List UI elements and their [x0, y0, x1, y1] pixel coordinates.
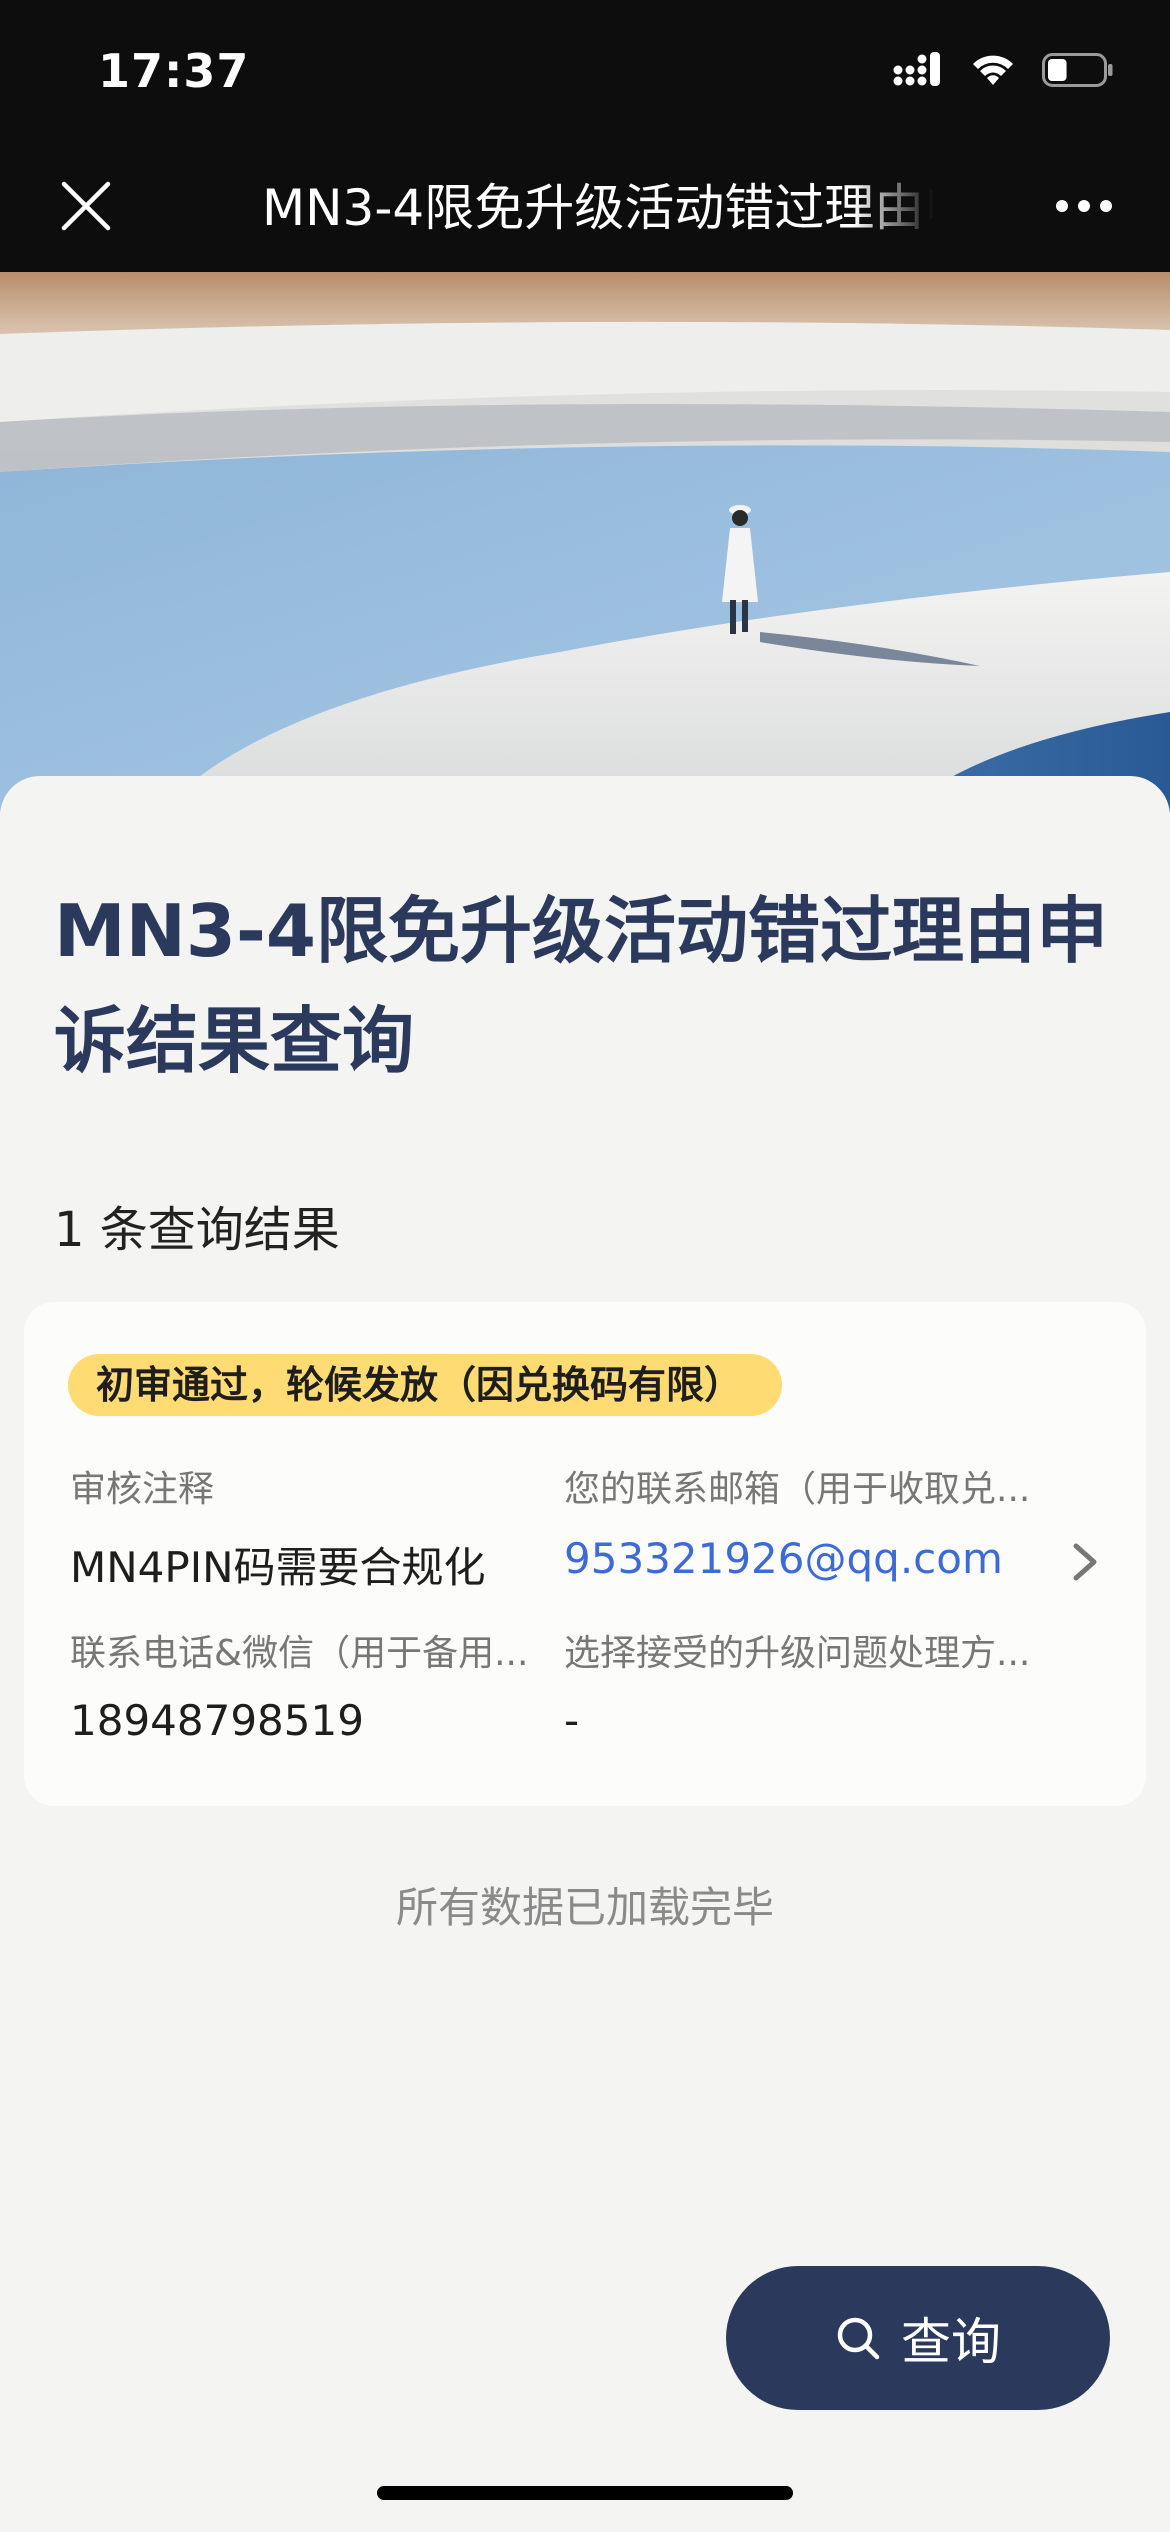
- result-count: 1 条查询结果: [54, 1202, 340, 1258]
- search-icon: [837, 2317, 880, 2360]
- field-label-upgrade-option: 选择接受的升级问题处理方...: [564, 1633, 1031, 1674]
- battery-icon: [1042, 53, 1113, 87]
- all-loaded-text: 所有数据已加载完毕: [395, 1883, 774, 1932]
- status-time: 17:37: [98, 44, 250, 98]
- field-label-review-note: 审核注释: [70, 1469, 215, 1510]
- query-button-label: 查询: [901, 2313, 1001, 2371]
- query-button[interactable]: 查询: [726, 2266, 1110, 2410]
- nav-title: MN3-4限免升级活动错过理由申诉结果查询: [262, 179, 934, 237]
- status-badge: 初审通过，轮候发放（因兑换码有限）: [68, 1354, 783, 1416]
- field-value-phone: 18948798519: [70, 1696, 364, 1745]
- hero-banner-image: [0, 272, 1170, 812]
- result-card[interactable]: 初审通过，轮候发放（因兑换码有限） 审核注释 MN4PIN码需要合规化 您的联系…: [24, 1302, 1146, 1806]
- screen: 17:37 MN3-4限免升级活动错过理由 MN3-4限免升级活动错过理由申诉结…: [0, 0, 1170, 2532]
- wifi-icon: [973, 55, 1013, 85]
- signal-icon: [893, 52, 940, 86]
- field-value-review-note: MN4PIN码需要合规化: [70, 1543, 486, 1592]
- chevron-right-icon[interactable]: [1068, 1540, 1102, 1584]
- field-value-email[interactable]: 953321926@qq.com: [564, 1534, 1003, 1583]
- home-indicator: [377, 2486, 793, 2500]
- close-icon[interactable]: [56, 176, 116, 236]
- more-icon[interactable]: [1054, 196, 1114, 216]
- top-bar: 17:37 MN3-4限免升级活动错过理由: [0, 0, 1170, 272]
- field-label-email: 您的联系邮箱（用于收取兑...: [564, 1469, 1031, 1510]
- field-value-upgrade-option: -: [564, 1696, 580, 1745]
- status-icons: [892, 52, 1114, 88]
- page-title: MN3-4限免升级活动错过理由申诉结果查询: [54, 889, 1108, 1083]
- field-label-phone: 联系电话&微信（用于备用...: [70, 1633, 529, 1674]
